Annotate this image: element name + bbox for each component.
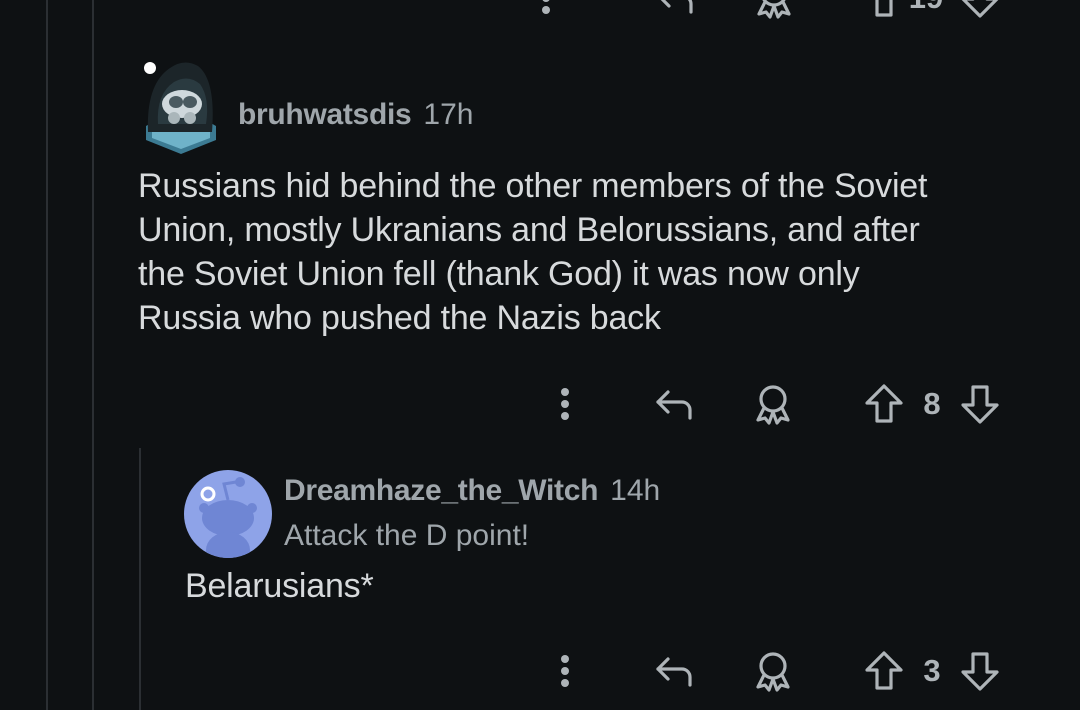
comment-body-line: Russians hid behind the other members of… (138, 167, 928, 205)
downvote-icon (961, 652, 999, 691)
comment-body-line: Russia who pushed the Nazis back (138, 299, 661, 337)
comment-header: Dreamhaze_the_Witch 14h (284, 474, 660, 508)
more-options-icon (561, 655, 569, 687)
thread-line-level-1[interactable] (46, 0, 48, 710)
vote-count: 19 (906, 0, 946, 18)
reply-icon (660, 0, 693, 14)
comment-body: Russians hid behind the other members of… (138, 164, 1058, 340)
avatar[interactable] (184, 470, 272, 558)
avatar[interactable] (140, 54, 222, 156)
more-options-icon (542, 0, 550, 14)
more-options-button[interactable] (530, 0, 562, 18)
downvote-icon (961, 0, 999, 18)
award-button[interactable] (751, 382, 795, 426)
user-flair: Attack the D point! (284, 519, 530, 552)
downvote-button[interactable] (958, 382, 1002, 426)
downvote-icon (961, 385, 999, 424)
more-options-button[interactable] (549, 651, 581, 691)
upvote-button[interactable] (862, 382, 906, 426)
comment-age: 14h (610, 474, 661, 507)
award-icon (756, 652, 790, 692)
downvote-button[interactable] (958, 649, 1002, 693)
more-options-button[interactable] (549, 384, 581, 424)
downvote-button[interactable] (958, 0, 1002, 20)
award-icon (756, 385, 790, 425)
upvote-button[interactable] (862, 649, 906, 693)
default-snoo-avatar-icon (199, 477, 257, 558)
thread-line-level-2[interactable] (92, 0, 94, 710)
upvote-icon (865, 384, 903, 423)
comment-header: bruhwatsdis 17h (238, 98, 473, 132)
parent-action-bar: 19 (0, 0, 1080, 26)
comment-body-line: Union, mostly Ukranians and Belorussians… (138, 211, 920, 249)
reply-icon (656, 390, 692, 420)
comment-body-line: the Soviet Union fell (thank God) it was… (138, 255, 860, 293)
reply-icon (656, 657, 692, 687)
username[interactable]: Dreamhaze_the_Witch (284, 474, 598, 508)
reply-button[interactable] (654, 0, 698, 18)
comment-action-bar: 3 (0, 643, 1080, 699)
more-options-icon (561, 388, 569, 420)
award-button[interactable] (751, 649, 795, 693)
snoo-avatar-icon (144, 62, 216, 154)
reply-button[interactable] (653, 384, 697, 424)
vote-count: 8 (923, 386, 941, 421)
award-button[interactable] (752, 0, 796, 20)
comment-age: 17h (423, 98, 474, 131)
username[interactable]: bruhwatsdis (238, 98, 412, 132)
award-icon (757, 0, 791, 19)
upvote-button[interactable] (862, 0, 906, 20)
comment-action-bar: 8 (0, 376, 1080, 432)
upvote-icon (875, 0, 893, 17)
reply-button[interactable] (653, 651, 697, 691)
comment-body: Belarusians* (185, 567, 374, 605)
vote-count: 3 (923, 653, 941, 688)
upvote-icon (865, 651, 903, 690)
